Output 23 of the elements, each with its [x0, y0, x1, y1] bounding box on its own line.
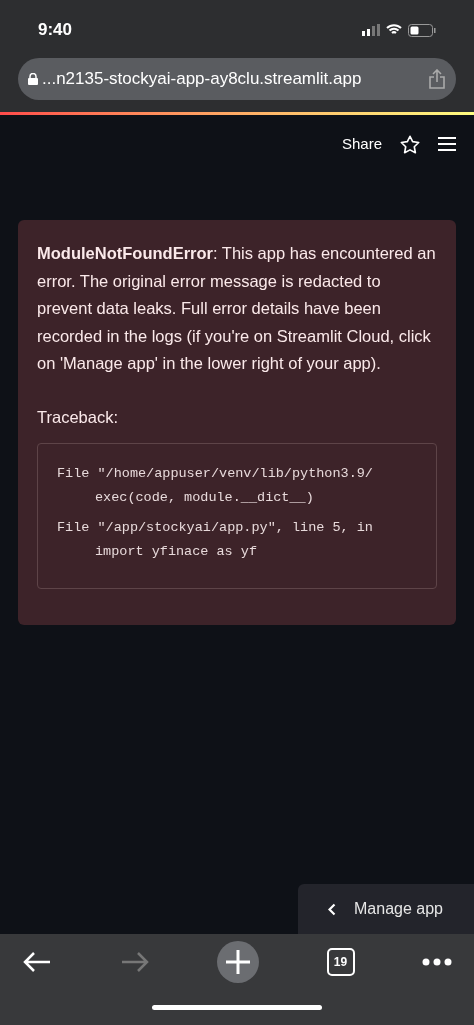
- share-icon[interactable]: [428, 69, 446, 89]
- back-arrow-icon[interactable]: [22, 951, 52, 973]
- manage-app-button[interactable]: Manage app: [298, 884, 474, 934]
- traceback-code-line: exec(code, module.__dict__): [94, 489, 314, 508]
- menu-icon[interactable]: [438, 137, 456, 151]
- status-time: 9:40: [38, 19, 73, 42]
- error-message: ModuleNotFoundError: This app has encountered an error. The original error message is redacted to prevent data leaks. Full error details have been recorded in the logs (if you're on Streamlit Cloud, click on 'Manage app' in the lower right of your app).: [37, 243, 437, 374]
- traceback-label: Traceback:: [37, 406, 119, 428]
- lock-icon: [28, 73, 38, 85]
- tab-count[interactable]: 19: [326, 948, 355, 976]
- chevron-left-icon: [328, 902, 336, 916]
- wifi-icon: [386, 24, 402, 36]
- star-icon[interactable]: [400, 134, 420, 154]
- battery-icon: [408, 23, 436, 37]
- address-bar[interactable]: ...n2135-stockyai-app-ay8clu.streamlit.app: [18, 58, 456, 100]
- traceback-code-line: import yfinace as yf: [94, 543, 258, 562]
- traceback-file-line: File "/app/stockyai/app.py", line 5, in: [57, 519, 373, 538]
- share-button[interactable]: Share: [341, 132, 382, 156]
- more-icon[interactable]: [422, 958, 452, 966]
- url-text: ...n2135-stockyai-app-ay8clu.streamlit.app: [42, 68, 363, 91]
- signal-icon: [362, 24, 380, 36]
- new-tab-icon[interactable]: [217, 941, 259, 983]
- traceback-file-line: File "/home/appuser/venv/lib/python3.9/: [57, 465, 373, 484]
